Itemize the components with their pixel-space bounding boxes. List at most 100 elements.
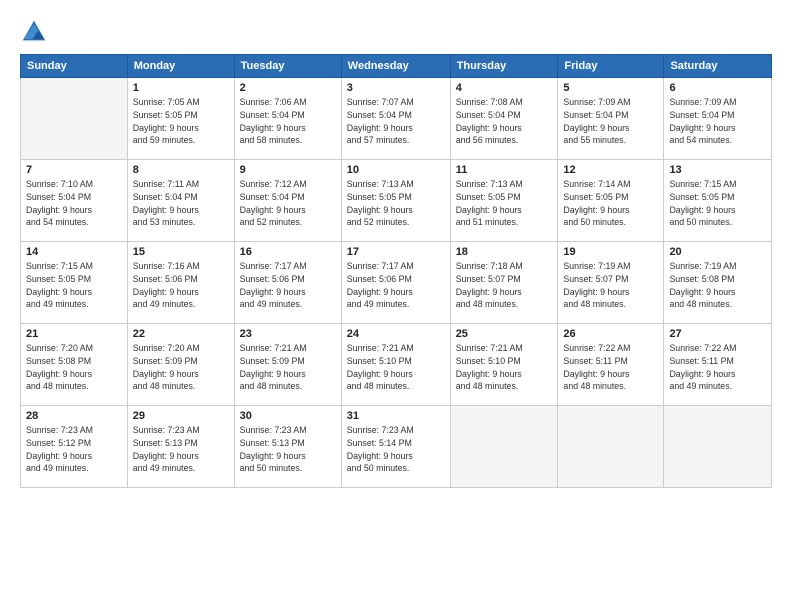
week-row-5: 28Sunrise: 7:23 AMSunset: 5:12 PMDayligh…	[21, 406, 772, 488]
day-number: 6	[669, 82, 766, 94]
col-header-friday: Friday	[558, 55, 664, 78]
col-header-tuesday: Tuesday	[234, 55, 341, 78]
calendar-cell: 20 Sunrise: 7:19 AMSunset: 5:08 PMDayligh…	[664, 242, 772, 324]
day-number: 27	[669, 328, 766, 340]
calendar-cell: 3Sunrise: 7:07 AMSunset: 5:04 PMDaylight…	[341, 78, 450, 160]
day-info: Sunrise: 7:17 AMSunset: 5:06 PMDaylight:…	[347, 260, 445, 311]
calendar-cell: 9 Sunrise: 7:12 AMSunset: 5:04 PMDaylight…	[234, 160, 341, 242]
day-number: 28	[26, 410, 122, 422]
calendar-cell: 27 Sunrise: 7:22 AMSunset: 5:11 PMDayligh…	[664, 324, 772, 406]
col-header-thursday: Thursday	[450, 55, 558, 78]
day-info: Sunrise: 7:23 AMSunset: 5:13 PMDaylight:…	[240, 424, 336, 475]
calendar-cell	[450, 406, 558, 488]
day-number: 30	[240, 410, 336, 422]
calendar-cell: 7 Sunrise: 7:10 AMSunset: 5:04 PMDaylight…	[21, 160, 128, 242]
day-number: 7	[26, 164, 122, 176]
calendar-cell: 26 Sunrise: 7:22 AMSunset: 5:11 PMDayligh…	[558, 324, 664, 406]
calendar-cell: 29 Sunrise: 7:23 AMSunset: 5:13 PMDayligh…	[127, 406, 234, 488]
logo	[20, 18, 52, 46]
day-info: Sunrise: 7:21 AMSunset: 5:09 PMDaylight:…	[240, 342, 336, 393]
calendar-cell: 18 Sunrise: 7:18 AMSunset: 5:07 PMDayligh…	[450, 242, 558, 324]
col-header-monday: Monday	[127, 55, 234, 78]
logo-icon	[20, 18, 48, 46]
day-info: Sunrise: 7:22 AMSunset: 5:11 PMDaylight:…	[669, 342, 766, 393]
calendar-header-row: SundayMondayTuesdayWednesdayThursdayFrid…	[21, 55, 772, 78]
day-info: Sunrise: 7:21 AMSunset: 5:10 PMDaylight:…	[456, 342, 553, 393]
day-number: 31	[347, 410, 445, 422]
day-info: Sunrise: 7:19 AMSunset: 5:08 PMDaylight:…	[669, 260, 766, 311]
calendar-cell: 5Sunrise: 7:09 AMSunset: 5:04 PMDaylight…	[558, 78, 664, 160]
day-info: Sunrise: 7:09 AMSunset: 5:04 PMDaylight:…	[669, 96, 766, 147]
day-number: 29	[133, 410, 229, 422]
day-number: 15	[133, 246, 229, 258]
day-info: Sunrise: 7:11 AMSunset: 5:04 PMDaylight:…	[133, 178, 229, 229]
day-number: 26	[563, 328, 658, 340]
day-info: Sunrise: 7:20 AMSunset: 5:09 PMDaylight:…	[133, 342, 229, 393]
week-row-2: 7 Sunrise: 7:10 AMSunset: 5:04 PMDaylight…	[21, 160, 772, 242]
col-header-sunday: Sunday	[21, 55, 128, 78]
calendar-cell: 8 Sunrise: 7:11 AMSunset: 5:04 PMDaylight…	[127, 160, 234, 242]
calendar-cell	[664, 406, 772, 488]
calendar-cell: 2 Sunrise: 7:06 AMSunset: 5:04 PMDaylight…	[234, 78, 341, 160]
day-number: 24	[347, 328, 445, 340]
calendar-cell: 23Sunrise: 7:21 AMSunset: 5:09 PMDayligh…	[234, 324, 341, 406]
day-info: Sunrise: 7:07 AMSunset: 5:04 PMDaylight:…	[347, 96, 445, 147]
day-number: 11	[456, 164, 553, 176]
day-number: 18	[456, 246, 553, 258]
day-info: Sunrise: 7:18 AMSunset: 5:07 PMDaylight:…	[456, 260, 553, 311]
calendar-cell: 28Sunrise: 7:23 AMSunset: 5:12 PMDayligh…	[21, 406, 128, 488]
day-number: 22	[133, 328, 229, 340]
day-number: 25	[456, 328, 553, 340]
calendar-cell: 1Sunrise: 7:05 AMSunset: 5:05 PMDaylight…	[127, 78, 234, 160]
calendar-cell: 17Sunrise: 7:17 AMSunset: 5:06 PMDayligh…	[341, 242, 450, 324]
day-info: Sunrise: 7:14 AMSunset: 5:05 PMDaylight:…	[563, 178, 658, 229]
calendar-cell: 24Sunrise: 7:21 AMSunset: 5:10 PMDayligh…	[341, 324, 450, 406]
calendar-cell: 14 Sunrise: 7:15 AMSunset: 5:05 PMDayligh…	[21, 242, 128, 324]
calendar-table: SundayMondayTuesdayWednesdayThursdayFrid…	[20, 54, 772, 488]
calendar-cell: 13 Sunrise: 7:15 AMSunset: 5:05 PMDayligh…	[664, 160, 772, 242]
calendar-cell: 16 Sunrise: 7:17 AMSunset: 5:06 PMDayligh…	[234, 242, 341, 324]
calendar-cell: 31 Sunrise: 7:23 AMSunset: 5:14 PMDayligh…	[341, 406, 450, 488]
day-info: Sunrise: 7:22 AMSunset: 5:11 PMDaylight:…	[563, 342, 658, 393]
calendar-cell: 10Sunrise: 7:13 AMSunset: 5:05 PMDayligh…	[341, 160, 450, 242]
page: SundayMondayTuesdayWednesdayThursdayFrid…	[0, 0, 792, 612]
day-number: 4	[456, 82, 553, 94]
day-info: Sunrise: 7:15 AMSunset: 5:05 PMDaylight:…	[26, 260, 122, 311]
day-info: Sunrise: 7:06 AMSunset: 5:04 PMDaylight:…	[240, 96, 336, 147]
day-number: 12	[563, 164, 658, 176]
day-number: 2	[240, 82, 336, 94]
day-info: Sunrise: 7:09 AMSunset: 5:04 PMDaylight:…	[563, 96, 658, 147]
week-row-4: 21Sunrise: 7:20 AMSunset: 5:08 PMDayligh…	[21, 324, 772, 406]
day-number: 8	[133, 164, 229, 176]
week-row-1: 1Sunrise: 7:05 AMSunset: 5:05 PMDaylight…	[21, 78, 772, 160]
day-info: Sunrise: 7:12 AMSunset: 5:04 PMDaylight:…	[240, 178, 336, 229]
week-row-3: 14 Sunrise: 7:15 AMSunset: 5:05 PMDayligh…	[21, 242, 772, 324]
calendar-cell	[21, 78, 128, 160]
col-header-wednesday: Wednesday	[341, 55, 450, 78]
calendar-cell	[558, 406, 664, 488]
day-info: Sunrise: 7:16 AMSunset: 5:06 PMDaylight:…	[133, 260, 229, 311]
calendar-cell: 12 Sunrise: 7:14 AMSunset: 5:05 PMDayligh…	[558, 160, 664, 242]
day-number: 9	[240, 164, 336, 176]
day-number: 14	[26, 246, 122, 258]
day-number: 20	[669, 246, 766, 258]
day-info: Sunrise: 7:17 AMSunset: 5:06 PMDaylight:…	[240, 260, 336, 311]
day-info: Sunrise: 7:15 AMSunset: 5:05 PMDaylight:…	[669, 178, 766, 229]
day-number: 13	[669, 164, 766, 176]
calendar-cell: 22 Sunrise: 7:20 AMSunset: 5:09 PMDayligh…	[127, 324, 234, 406]
col-header-saturday: Saturday	[664, 55, 772, 78]
day-info: Sunrise: 7:23 AMSunset: 5:13 PMDaylight:…	[133, 424, 229, 475]
day-number: 16	[240, 246, 336, 258]
header	[20, 18, 772, 46]
day-info: Sunrise: 7:20 AMSunset: 5:08 PMDaylight:…	[26, 342, 122, 393]
day-number: 19	[563, 246, 658, 258]
calendar-cell: 25 Sunrise: 7:21 AMSunset: 5:10 PMDayligh…	[450, 324, 558, 406]
calendar-cell: 15 Sunrise: 7:16 AMSunset: 5:06 PMDayligh…	[127, 242, 234, 324]
calendar-cell: 19 Sunrise: 7:19 AMSunset: 5:07 PMDayligh…	[558, 242, 664, 324]
day-info: Sunrise: 7:13 AMSunset: 5:05 PMDaylight:…	[456, 178, 553, 229]
day-info: Sunrise: 7:23 AMSunset: 5:14 PMDaylight:…	[347, 424, 445, 475]
day-info: Sunrise: 7:19 AMSunset: 5:07 PMDaylight:…	[563, 260, 658, 311]
day-number: 1	[133, 82, 229, 94]
calendar-cell: 21Sunrise: 7:20 AMSunset: 5:08 PMDayligh…	[21, 324, 128, 406]
day-info: Sunrise: 7:10 AMSunset: 5:04 PMDaylight:…	[26, 178, 122, 229]
